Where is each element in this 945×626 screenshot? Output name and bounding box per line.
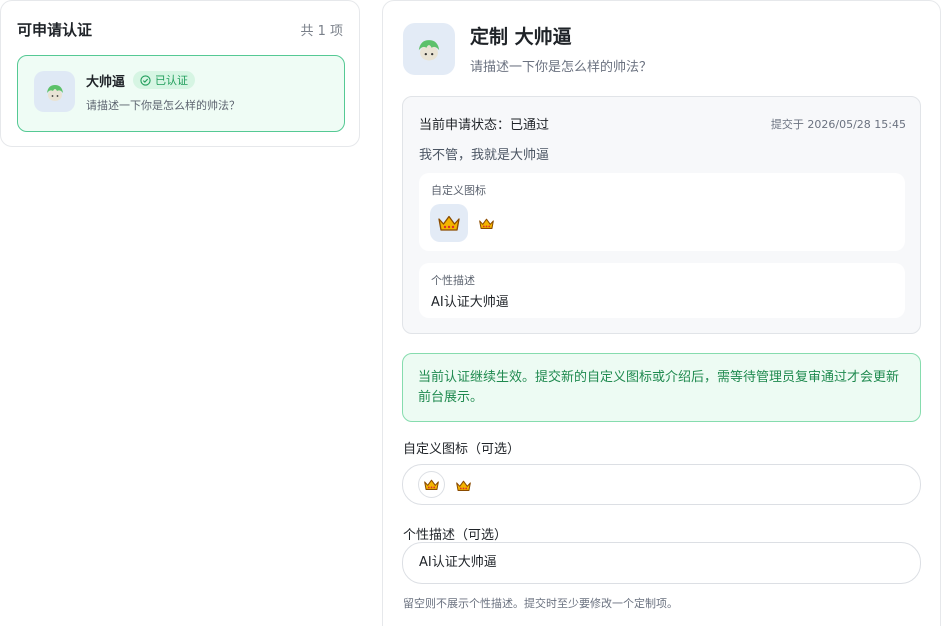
status-message: 我不管，我就是大帅逼 — [419, 148, 550, 163]
description-box: 个性描述 AI认证大帅逼 — [419, 263, 905, 318]
icon-option[interactable] — [456, 477, 471, 496]
crown-icon — [424, 479, 439, 490]
custom-icon-label: 自定义图标 — [431, 184, 486, 197]
green-hair-avatar-icon — [34, 71, 75, 112]
page-title: 定制 大帅逼 — [470, 26, 572, 48]
check-circle-icon — [140, 74, 151, 86]
submitted-time: 提交于 2026/05/28 15:45 — [770, 118, 906, 131]
status-badge-label: 已认证 — [155, 74, 189, 87]
crown-icon — [479, 215, 494, 234]
page-subtitle: 请描述一下你是怎么样的帅法？ — [470, 60, 653, 75]
application-status-card: 当前申请状态：已通过 提交于 2026/05/28 15:45 我不管，我就是大… — [402, 96, 921, 334]
description-input[interactable]: AI认证大帅逼 — [402, 542, 921, 584]
description-hint: 留空则不展示个性描述。提交时至少要修改一个定制项。 — [403, 597, 678, 610]
custom-icon-field-label: 自定义图标（可选） — [403, 442, 521, 457]
certification-detail-panel: 定制 大帅逼 请描述一下你是怎么样的帅法？ 当前申请状态：已通过 提交于 202… — [382, 0, 941, 626]
certification-description: 请描述一下你是怎么样的帅法？ — [86, 99, 240, 112]
description-value: AI认证大帅逼 — [431, 295, 509, 310]
description-label: 个性描述 — [431, 274, 475, 287]
crown-icon — [430, 204, 468, 242]
certification-name: 大帅逼 — [86, 74, 126, 90]
custom-icon-box: 自定义图标 — [419, 173, 905, 251]
list-count: 共 1 项 — [300, 23, 343, 39]
icon-picker — [402, 464, 921, 505]
green-hair-avatar-icon — [403, 23, 455, 75]
certification-list-panel: 可申请认证 共 1 项 大帅逼 已认证 请描述一下你是怎么样的帅法？ — [0, 0, 360, 147]
status-label: 当前申请状态：已通过 — [419, 118, 550, 133]
list-header: 可申请认证 共 1 项 — [17, 18, 343, 40]
status-badge: 已认证 — [133, 71, 196, 89]
list-item-certification[interactable]: 大帅逼 已认证 请描述一下你是怎么样的帅法？ — [17, 55, 345, 132]
description-field-label: 个性描述（可选） — [403, 528, 508, 543]
icon-option-selected[interactable] — [418, 471, 445, 498]
review-notice: 当前认证继续生效。提交新的自定义图标或介绍后，需等待管理员复审通过才会更新前台展… — [402, 353, 921, 422]
list-title: 可申请认证 — [17, 20, 93, 39]
crown-icon — [456, 480, 471, 491]
